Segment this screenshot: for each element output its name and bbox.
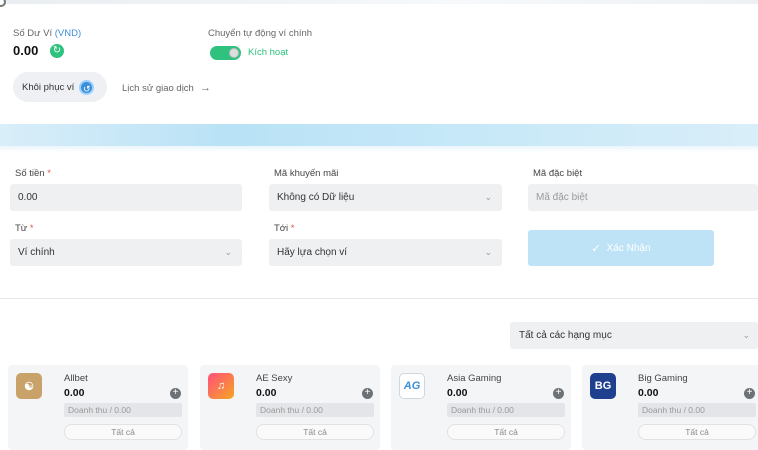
from-wallet-select[interactable]: Ví chính ⌄ <box>10 239 242 266</box>
plus-icon[interactable]: + <box>553 388 564 399</box>
from-label: Từ * <box>15 223 34 234</box>
transaction-history-link[interactable]: Lịch sử giao dịch → <box>122 82 211 94</box>
all-button[interactable]: Tất cả <box>638 424 756 440</box>
top-border <box>0 0 758 4</box>
balance-label-text: Số Dư Ví <box>13 28 53 39</box>
from-wallet-value: Ví chính <box>18 247 55 258</box>
promo-label: Mã khuyến mãi <box>274 168 339 179</box>
wallet-transfer-page: Số Dư Ví (VND) 0.00 ↻ Chuyển tự động ví … <box>0 0 758 450</box>
category-filter-select[interactable]: Tất cả các hạng mục ⌄ <box>510 322 758 349</box>
history-label: Lịch sử giao dịch <box>122 82 194 94</box>
required-mark: * <box>290 223 295 234</box>
provider-name: AE Sexy <box>256 373 293 384</box>
amount-value: 0.00 <box>18 192 38 203</box>
all-button[interactable]: Tất cả <box>447 424 565 440</box>
chevron-down-icon: ⌄ <box>742 330 750 340</box>
auto-transfer-status: Kích hoạt <box>248 47 289 58</box>
to-wallet-value: Hãy lựa chọn ví <box>277 247 348 258</box>
required-mark: * <box>29 223 34 234</box>
provider-card-big-gaming[interactable]: BG Big Gaming 0.00 + Doanh thu / 0.00 Tấ… <box>582 365 758 450</box>
special-code-input[interactable]: Mã đặc biệt <box>528 184 758 211</box>
provider-amount: 0.00 <box>447 387 468 399</box>
confirm-label: Xác Nhận <box>606 242 651 254</box>
turnover-field: Doanh thu / 0.00 <box>256 403 374 417</box>
amount-input[interactable]: 0.00 <box>10 184 242 211</box>
asia-gaming-logo-icon: AG <box>399 373 425 399</box>
divider <box>0 298 758 299</box>
special-code-placeholder: Mã đặc biệt <box>536 192 588 203</box>
allbet-logo-icon: ☯ <box>16 373 42 399</box>
restore-icon: ↺ <box>79 79 95 95</box>
from-label-text: Từ <box>15 223 28 234</box>
auto-transfer-toggle[interactable] <box>210 46 241 60</box>
toggle-knob <box>229 48 239 58</box>
currency-label: (VND) <box>54 28 82 39</box>
special-code-label: Mã đặc biệt <box>533 168 583 179</box>
provider-name: Asia Gaming <box>447 373 502 384</box>
all-button[interactable]: Tất cả <box>64 424 182 440</box>
amount-label-text: Số tiền <box>15 168 45 179</box>
ae-sexy-logo-icon: ♫ <box>208 373 234 399</box>
refresh-icon[interactable]: ↻ <box>50 44 64 58</box>
promo-select[interactable]: Không có Dữ liệu ⌄ <box>269 184 502 211</box>
required-mark: * <box>47 168 51 179</box>
provider-amount: 0.00 <box>638 387 659 399</box>
plus-icon[interactable]: + <box>744 388 755 399</box>
restore-wallet-label: Khôi phục ví <box>22 81 75 93</box>
auto-transfer-label: Chuyển tự động ví chính <box>208 28 313 39</box>
balance-value: 0.00 <box>13 43 39 58</box>
turnover-field: Doanh thu / 0.00 <box>447 403 565 417</box>
provider-amount: 0.00 <box>64 387 85 399</box>
category-filter-value: Tất cả các hạng mục <box>519 330 612 341</box>
corner-icon <box>0 0 6 7</box>
provider-card-ae-sexy[interactable]: ♫ AE Sexy 0.00 + Doanh thu / 0.00 Tất cả <box>200 365 380 450</box>
chevron-down-icon: ⌄ <box>224 247 232 257</box>
amount-label: Số tiền * <box>15 168 51 179</box>
provider-amount: 0.00 <box>256 387 277 399</box>
promo-value: Không có Dữ liệu <box>277 192 355 203</box>
balance-label: Số Dư Ví (VND) <box>13 28 81 39</box>
section-banner <box>0 124 758 152</box>
check-icon: ✓ <box>591 242 601 255</box>
arrow-right-icon: → <box>199 82 211 94</box>
turnover-field: Doanh thu / 0.00 <box>64 403 182 417</box>
to-wallet-select[interactable]: Hãy lựa chọn ví ⌄ <box>269 239 502 266</box>
confirm-button[interactable]: ✓ Xác Nhận <box>528 230 714 266</box>
chevron-down-icon: ⌄ <box>484 247 492 257</box>
restore-wallet-button[interactable]: Khôi phục ví ↺ <box>13 72 107 102</box>
chevron-down-icon: ⌄ <box>484 192 492 202</box>
big-gaming-logo-icon: BG <box>590 373 616 399</box>
plus-icon[interactable]: + <box>362 388 373 399</box>
to-label: Tới * <box>274 223 295 234</box>
provider-card-allbet[interactable]: ☯ Allbet 0.00 + Doanh thu / 0.00 Tất cả <box>8 365 188 450</box>
to-label-text: Tới <box>274 223 289 234</box>
provider-name: Big Gaming <box>638 373 688 384</box>
turnover-field: Doanh thu / 0.00 <box>638 403 756 417</box>
provider-name: Allbet <box>64 373 88 384</box>
provider-card-asia-gaming[interactable]: AG Asia Gaming 0.00 + Doanh thu / 0.00 T… <box>391 365 571 450</box>
plus-icon[interactable]: + <box>170 388 181 399</box>
all-button[interactable]: Tất cả <box>256 424 374 440</box>
